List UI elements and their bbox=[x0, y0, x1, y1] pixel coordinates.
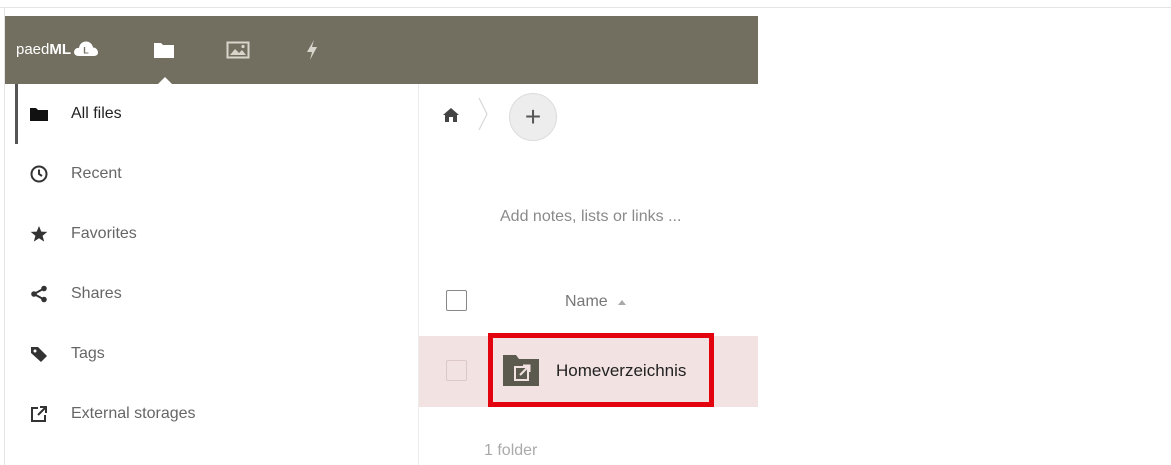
file-list-panel: + Add notes, lists or links ... Name Hom… bbox=[419, 84, 758, 465]
app-logo[interactable]: paed ML L bbox=[16, 40, 99, 58]
cloud-logo-icon: L bbox=[74, 41, 99, 56]
sidebar-item-label: Shares bbox=[71, 285, 122, 302]
window-frame: paed ML L All files Recent Favorites Sha… bbox=[0, 0, 1171, 465]
notes-placeholder[interactable]: Add notes, lists or links ... bbox=[500, 208, 681, 226]
sort-ascending-icon bbox=[617, 299, 626, 305]
select-all-checkbox[interactable] bbox=[446, 290, 467, 311]
sidebar-item-external-storages[interactable]: External storages bbox=[5, 384, 418, 444]
clock-icon bbox=[29, 164, 49, 184]
star-icon bbox=[29, 224, 49, 244]
nav-files-folder-icon[interactable] bbox=[151, 38, 177, 62]
file-summary-count: 1 folder bbox=[484, 442, 538, 459]
sidebar-item-label: All files bbox=[71, 105, 122, 122]
column-header-name[interactable]: Name bbox=[565, 293, 626, 311]
external-link-icon bbox=[29, 404, 49, 424]
folder-icon bbox=[29, 104, 49, 124]
breadcrumb-separator bbox=[478, 97, 488, 131]
sidebar-item-label: Favorites bbox=[71, 225, 137, 242]
tag-icon bbox=[29, 344, 49, 364]
nav-activity-lightning-icon[interactable] bbox=[299, 38, 325, 62]
column-header-name-label: Name bbox=[565, 293, 608, 310]
annotation-highlight-box bbox=[488, 333, 714, 407]
row-checkbox[interactable] bbox=[446, 360, 467, 381]
sidebar-item-label: Tags bbox=[71, 345, 105, 362]
nav-gallery-image-icon[interactable] bbox=[225, 38, 251, 62]
sidebar-item-favorites[interactable]: Favorites bbox=[5, 204, 418, 264]
sidebar-item-shares[interactable]: Shares bbox=[5, 264, 418, 324]
share-icon bbox=[29, 284, 49, 304]
sidebar-item-label: External storages bbox=[71, 405, 196, 422]
sidebar-item-tags[interactable]: Tags bbox=[5, 324, 418, 384]
sidebar-item-all-files[interactable]: All files bbox=[5, 84, 418, 144]
logo-badge-letter: L bbox=[83, 46, 89, 56]
frame-top-border bbox=[0, 7, 1171, 8]
sidebar-item-label: Recent bbox=[71, 165, 122, 182]
sidebar-item-recent[interactable]: Recent bbox=[5, 144, 418, 204]
logo-text-bold: ML bbox=[49, 40, 72, 58]
home-icon[interactable] bbox=[442, 107, 460, 123]
top-header: paed ML L bbox=[5, 16, 758, 85]
app-sidebar: All files Recent Favorites Shares Tags E… bbox=[5, 84, 418, 465]
add-new-button[interactable]: + bbox=[509, 93, 557, 141]
logo-text-light: paed bbox=[16, 40, 50, 58]
